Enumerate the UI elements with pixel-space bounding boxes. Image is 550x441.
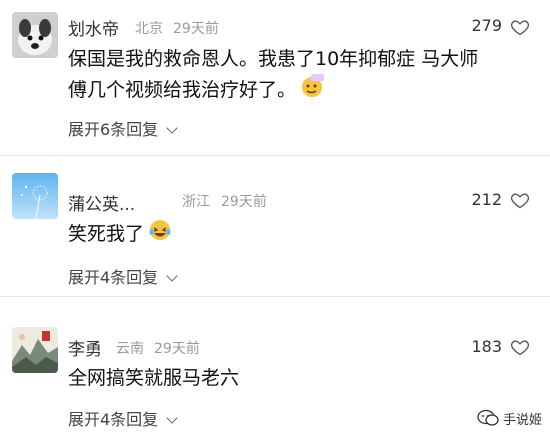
chevron-down-icon xyxy=(166,412,178,424)
landscape-painting-avatar-icon xyxy=(12,327,58,373)
comment-text: 笑死我了 xyxy=(68,218,172,251)
comment-text: 保国是我的救命恩人。我患了10年抑郁症 马大师 傅几个视频给我治疗好了。 xyxy=(68,44,478,107)
avatar[interactable] xyxy=(12,12,58,58)
heart-icon[interactable] xyxy=(510,190,530,210)
username[interactable]: 划水帝 xyxy=(68,15,119,40)
like-count: 279 xyxy=(471,16,502,35)
comment-text-line: 保国是我的救命恩人。我患了10年抑郁症 马大师 xyxy=(68,48,479,70)
avatar[interactable] xyxy=(12,327,58,373)
comment-time: 29天前 xyxy=(173,21,219,37)
expand-replies-label: 展开4条回复 xyxy=(68,410,159,429)
comment-location: 云南 xyxy=(116,341,144,357)
comment-text: 全网搞笑就服马老六 xyxy=(68,363,239,393)
heart-icon[interactable] xyxy=(510,337,530,357)
laughing-crying-emoji xyxy=(148,218,172,251)
username[interactable]: 李勇 xyxy=(68,335,102,360)
dandelion-avatar-icon xyxy=(12,173,58,219)
like-count: 183 xyxy=(471,337,502,356)
avatar[interactable] xyxy=(12,173,58,219)
watermark-text: 手说姬 xyxy=(502,412,542,428)
expand-replies-button[interactable]: 展开6条回复 xyxy=(68,116,178,140)
like-count: 212 xyxy=(471,190,502,209)
comment-item: 蒲公英... 浙江 29天前 212 笑死我了 展开4条回复 xyxy=(0,156,550,296)
wechat-logo-icon xyxy=(477,409,499,431)
comment-text-line: 全网搞笑就服马老六 xyxy=(68,367,240,389)
chevron-down-icon xyxy=(166,270,178,282)
expand-replies-label: 展开4条回复 xyxy=(68,268,159,287)
comment-item: 划水帝 北京 29天前 279 保国是我的救命恩人。我患了10年抑郁症 马大师 … xyxy=(0,0,550,148)
expand-replies-button[interactable]: 展开4条回复 xyxy=(68,264,178,288)
expand-replies-button[interactable]: 展开4条回复 xyxy=(68,406,178,430)
heart-icon[interactable] xyxy=(510,17,530,37)
username[interactable]: 蒲公英... xyxy=(68,190,135,215)
comment-item: 李勇 云南 29天前 183 全网搞笑就服马老六 展开4条回复 xyxy=(0,297,550,441)
666-face-emoji xyxy=(300,74,325,107)
comment-time: 29天前 xyxy=(221,194,267,210)
comment-text-line: 笑死我了 xyxy=(68,223,145,245)
expand-replies-label: 展开6条回复 xyxy=(68,120,159,139)
comment-text-line: 傅几个视频给我治疗好了。 xyxy=(68,74,478,107)
comment-location: 北京 xyxy=(135,21,163,37)
chevron-down-icon xyxy=(166,122,178,134)
comment-time: 29天前 xyxy=(154,341,200,357)
comment-location: 浙江 xyxy=(182,194,210,210)
dog-avatar-icon xyxy=(12,12,58,58)
watermark: 手说姬 xyxy=(477,409,542,432)
